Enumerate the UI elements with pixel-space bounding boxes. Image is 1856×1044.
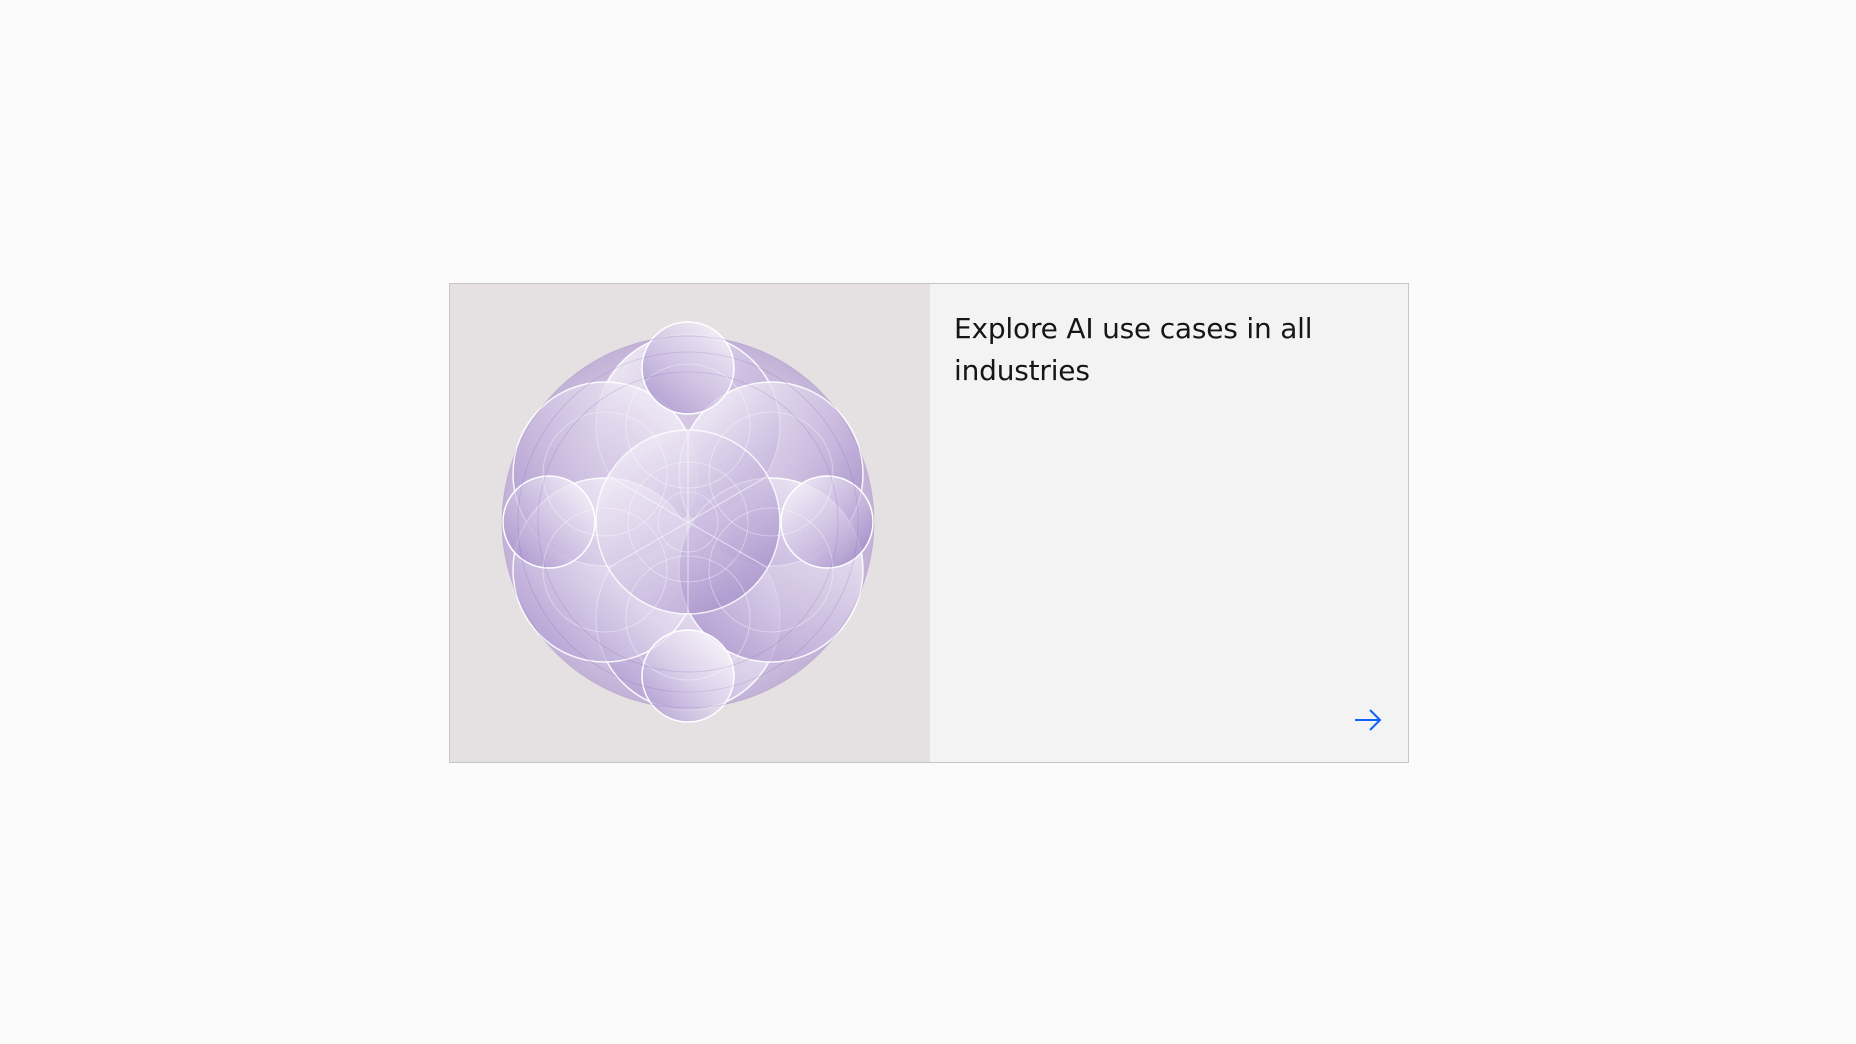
card-heading: Explore AI use cases in all industries	[954, 312, 1313, 387]
ai-use-cases-card[interactable]: Explore AI use cases in all industries	[449, 283, 1409, 763]
card-content: Explore AI use cases in all industries	[930, 284, 1408, 762]
arrow-right-icon[interactable]	[1352, 704, 1384, 736]
abstract-circles-artwork	[501, 321, 875, 723]
card-image	[450, 284, 930, 762]
